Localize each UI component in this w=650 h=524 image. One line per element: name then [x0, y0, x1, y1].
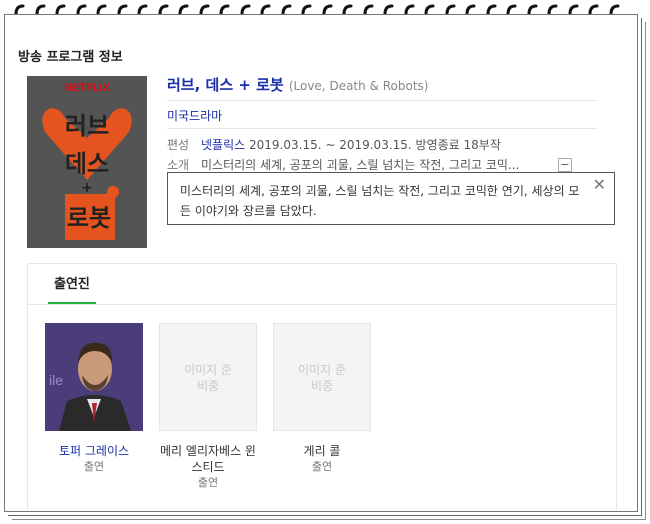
- tooltip-text: 미스터리의 세계, 공포의 괴물, 스릴 넘치는 작전, 그리고 코믹한 연기,…: [180, 184, 580, 218]
- summary-text: 미스터리의 세계, 공포의 괴물, 스릴 넘치는 작전, 그리고 코믹...: [201, 158, 520, 172]
- svg-text:ile: ile: [49, 372, 63, 388]
- image-placeholder[interactable]: 이미지 준비중: [273, 323, 371, 431]
- cast-member[interactable]: 이미지 준비중 메리 엘리자베스 윈스티드 출연: [158, 323, 258, 491]
- meta-value: 2019.03.15. ~ 2019.03.15. 방영종료 18부작: [249, 138, 501, 152]
- cast-tabs: 출연진: [28, 264, 616, 305]
- poster-image[interactable]: NETFLIX 러브 데스 + 로봇: [27, 76, 147, 248]
- cast-member[interactable]: ile 토퍼 그레이스 출연: [44, 323, 144, 475]
- cast-role: 출연: [197, 476, 219, 489]
- program-genre[interactable]: 미국드라마: [167, 104, 597, 129]
- person-photo[interactable]: ile: [45, 323, 143, 431]
- cast-member[interactable]: 이미지 준비중 게리 콜 출연: [272, 323, 372, 475]
- meta-key: 편성: [167, 138, 190, 152]
- title-row: 러브, 데스 + 로봇 (Love, Death & Robots): [167, 74, 597, 101]
- image-placeholder[interactable]: 이미지 준비중: [159, 323, 257, 431]
- meta-summary: 소개 미스터리의 세계, 공포의 괴물, 스릴 넘치는 작전, 그리고 코믹...: [167, 157, 519, 173]
- program-title[interactable]: 러브, 데스 + 로봇: [167, 76, 284, 94]
- cast-name: 게리 콜: [303, 444, 341, 458]
- placeholder-text: 이미지 준비중: [298, 363, 346, 393]
- section-title: 방송 프로그램 정보: [18, 50, 123, 65]
- cast-name[interactable]: 토퍼 그레이스: [44, 443, 144, 459]
- summary-tooltip: 미스터리의 세계, 공포의 괴물, 스릴 넘치는 작전, 그리고 코믹한 연기,…: [167, 172, 615, 225]
- cast-role: 출연: [311, 460, 333, 473]
- poster-line-3: +: [81, 180, 93, 196]
- tab-cast[interactable]: 출연진: [48, 264, 96, 304]
- collapse-button[interactable]: −: [558, 158, 572, 172]
- poster-line-1: 러브: [65, 112, 109, 140]
- meta-broadcast: 편성 넷플릭스 2019.03.15. ~ 2019.03.15. 방영종료 18…: [167, 137, 501, 153]
- broadcaster-link[interactable]: 넷플릭스: [201, 138, 245, 152]
- poster-brand: NETFLIX: [64, 82, 110, 94]
- cast-name: 메리 엘리자베스 윈스티드: [160, 444, 256, 474]
- placeholder-text: 이미지 준비중: [184, 363, 232, 393]
- close-icon[interactable]: ✕: [593, 177, 606, 193]
- program-original-title: (Love, Death & Robots): [288, 79, 429, 93]
- cast-role: 출연: [83, 460, 105, 473]
- meta-key: 소개: [167, 158, 190, 172]
- program-info: 러브, 데스 + 로봇 (Love, Death & Robots) 미국드라마…: [167, 74, 597, 172]
- cast-section: 출연진 ile 토퍼 그레이스 출연 이미지 준비중 메리 엘리자베스 윈스티드…: [27, 263, 617, 510]
- poster-line-2: 데스: [65, 150, 109, 178]
- poster-line-4: 로봇: [67, 204, 111, 232]
